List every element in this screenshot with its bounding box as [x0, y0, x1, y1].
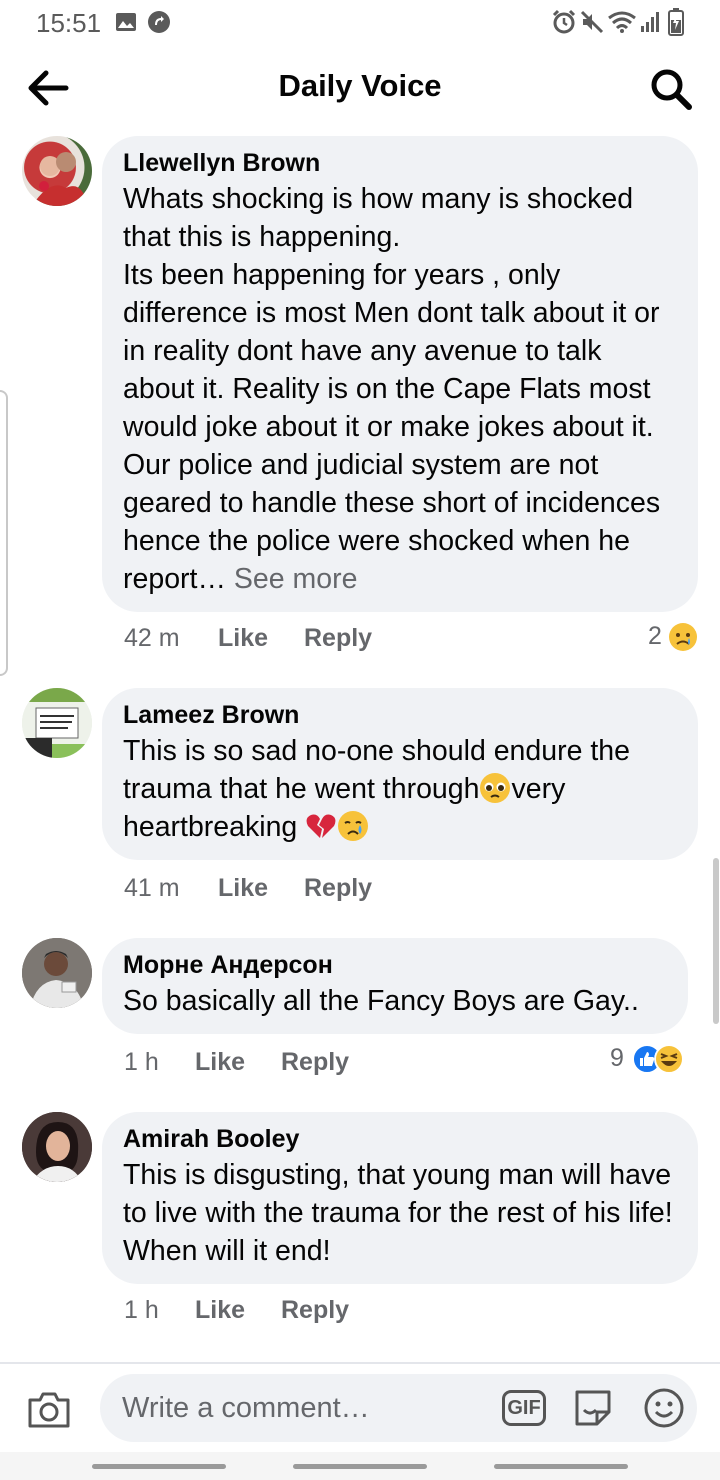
- reply-button[interactable]: Reply: [304, 874, 372, 903]
- broken-heart-emoji: [306, 814, 336, 838]
- reply-button[interactable]: Reply: [304, 624, 372, 653]
- like-button[interactable]: Like: [195, 1048, 245, 1077]
- see-more-link[interactable]: See more: [234, 563, 358, 595]
- page-title: Daily Voice: [278, 68, 442, 103]
- comment-input-placeholder: Write a comment…: [122, 1392, 370, 1424]
- camera-icon[interactable]: [26, 1386, 72, 1432]
- app-header: Daily Voice: [0, 44, 720, 132]
- comment-body: Whats shocking is how many is shocked th…: [123, 183, 661, 595]
- status-bar: 15:51: [0, 0, 720, 44]
- comment-bubble[interactable]: Llewellyn Brown Whats shocking is how ma…: [102, 136, 698, 612]
- mute-icon: [580, 10, 604, 34]
- avatar[interactable]: [22, 1112, 92, 1182]
- system-nav-bar: [0, 1452, 720, 1480]
- image-icon: [116, 13, 136, 31]
- wifi-icon: [608, 11, 636, 33]
- comment-time: 1 h: [124, 1048, 159, 1076]
- sticker-icon[interactable]: [571, 1386, 615, 1430]
- comment-text: This is so sad no-one should endure the …: [123, 732, 677, 846]
- comment-author[interactable]: Llewellyn Brown: [123, 148, 677, 178]
- comment-input[interactable]: Write a comment… GIF: [100, 1374, 697, 1442]
- reaction-count: 9: [610, 1044, 624, 1072]
- like-button[interactable]: Like: [218, 624, 268, 653]
- smiley-icon[interactable]: [643, 1387, 685, 1429]
- reaction-summary[interactable]: 9: [610, 1044, 690, 1076]
- nav-recents-button[interactable]: [92, 1464, 226, 1469]
- avatar[interactable]: [22, 136, 92, 206]
- reaction-summary[interactable]: 2: [648, 622, 708, 654]
- comment-author[interactable]: Amirah Booley: [123, 1124, 677, 1154]
- reply-button[interactable]: Reply: [281, 1296, 349, 1325]
- divider: [0, 1362, 720, 1364]
- status-time: 15:51: [36, 8, 102, 38]
- avatar[interactable]: [22, 938, 92, 1008]
- avatar[interactable]: [22, 688, 92, 758]
- scrollbar[interactable]: [713, 858, 719, 1024]
- comment-text: This is disgusting, that young man will …: [123, 1159, 673, 1267]
- comment-author[interactable]: Lameez Brown: [123, 700, 677, 730]
- gif-label: GIF: [507, 1397, 541, 1419]
- search-icon[interactable]: [648, 66, 694, 112]
- crying-face-emoji: [338, 811, 369, 841]
- edge-panel-handle[interactable]: [0, 390, 8, 676]
- comment-time: 41 m: [124, 874, 180, 902]
- sad-icon: [669, 623, 697, 651]
- pleading-face-emoji: [480, 773, 511, 803]
- comment-bubble[interactable]: Lameez Brown This is so sad no-one shoul…: [102, 688, 698, 860]
- sync-icon: [148, 11, 170, 33]
- nav-home-button[interactable]: [293, 1464, 427, 1469]
- comment-bubble[interactable]: Amirah Booley This is disgusting, that y…: [102, 1112, 698, 1284]
- comment-author[interactable]: Морне Андерсон: [123, 950, 667, 980]
- gif-button[interactable]: GIF: [502, 1390, 546, 1426]
- like-button[interactable]: Like: [195, 1296, 245, 1325]
- haha-icon: [654, 1044, 684, 1074]
- comment-text: So basically all the Fancy Boys are Gay.…: [123, 985, 639, 1017]
- comment-time: 42 m: [124, 624, 180, 652]
- battery-icon: [668, 8, 684, 36]
- reaction-count: 2: [648, 622, 662, 650]
- comment-bubble[interactable]: Морне Андерсон So basically all the Fanc…: [102, 938, 688, 1034]
- reply-button[interactable]: Reply: [281, 1048, 349, 1077]
- comment-time: 1 h: [124, 1296, 159, 1324]
- signal-icon: [641, 12, 659, 32]
- comment-text: Whats shocking is how many is shocked th…: [123, 180, 677, 598]
- nav-back-button[interactable]: [494, 1464, 628, 1469]
- alarm-icon: [552, 9, 576, 34]
- like-button[interactable]: Like: [218, 874, 268, 903]
